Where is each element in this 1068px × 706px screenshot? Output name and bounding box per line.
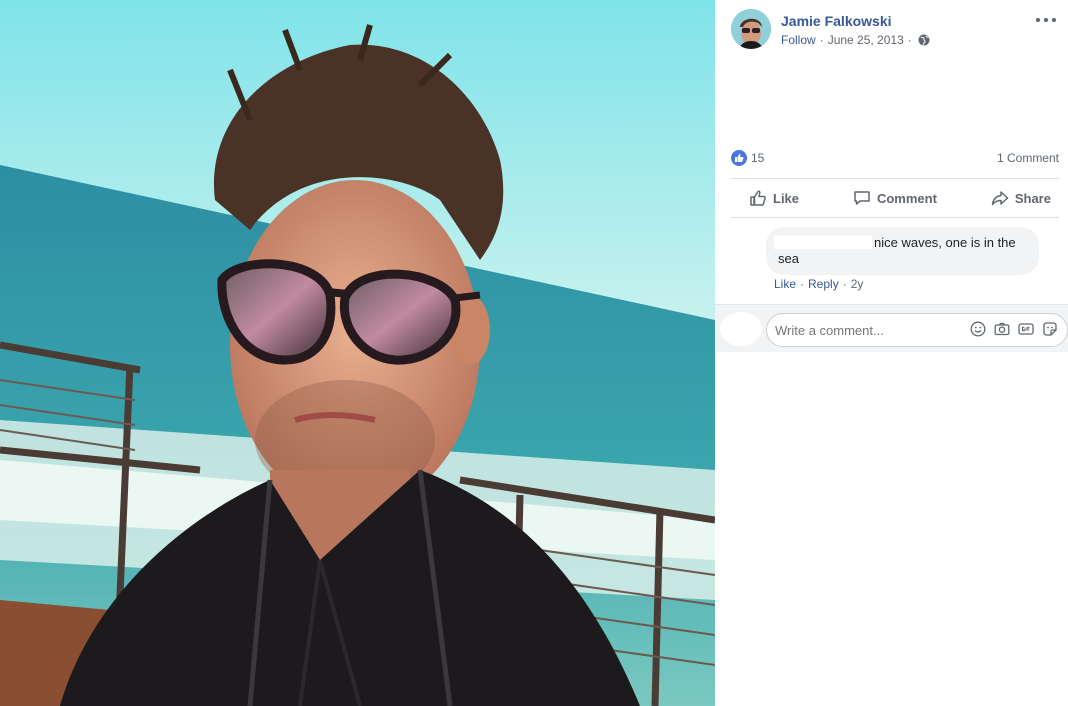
comment-age[interactable]: 2y <box>851 277 864 291</box>
redacted-commenter-name <box>774 235 872 249</box>
camera-icon[interactable] <box>994 321 1010 337</box>
post-header: Jamie Falkowski Follow · June 25, 2013 · <box>715 0 1068 60</box>
reactions-summary: 15 1 Comment <box>731 150 1059 168</box>
comment-button-label: Comment <box>876 190 937 206</box>
composer-icons <box>970 321 1058 337</box>
comment-icon <box>854 191 870 205</box>
comment-bubble: nice waves, one is in the sea <box>766 227 1039 275</box>
meta-separator: · <box>819 33 824 47</box>
share-arrow-icon <box>991 191 1009 206</box>
like-reaction-icon[interactable] <box>731 150 747 166</box>
comment-actions-separator: · <box>800 277 805 291</box>
share-button-label: Share <box>1014 190 1051 206</box>
like-button-label: Like <box>773 190 800 206</box>
like-count[interactable]: 15 <box>751 151 764 165</box>
post-meta: Follow · June 25, 2013 · <box>781 33 930 47</box>
beach-selfie-image <box>0 0 715 706</box>
emoji-icon[interactable] <box>970 321 986 337</box>
comment-like-link[interactable]: Like <box>774 277 796 291</box>
post-date-link[interactable]: June 25, 2013 <box>828 33 904 47</box>
comment-actions-separator: · <box>842 277 847 291</box>
post-details-panel: Jamie Falkowski Follow · June 25, 2013 · <box>715 0 1068 706</box>
share-button[interactable]: Share <box>991 179 1051 217</box>
comment-actions: Like · Reply · 2y <box>774 277 863 291</box>
more-options-icon[interactable] <box>1036 12 1056 28</box>
post-viewer: Jamie Falkowski Follow · June 25, 2013 · <box>0 0 1068 706</box>
comment-reply-link[interactable]: Reply <box>808 277 839 291</box>
gif-icon[interactable] <box>1018 321 1034 337</box>
comment-count-link[interactable]: 1 Comment <box>997 151 1059 165</box>
author-avatar[interactable] <box>731 9 771 49</box>
author-name-link[interactable]: Jamie Falkowski <box>781 13 892 29</box>
sticker-icon[interactable] <box>1042 321 1058 337</box>
globe-icon[interactable] <box>918 34 930 46</box>
like-button[interactable]: Like <box>749 179 799 217</box>
thumbs-up-icon <box>750 190 766 206</box>
comment-composer <box>715 304 1068 352</box>
post-photo[interactable] <box>0 0 715 706</box>
meta-separator: · <box>907 33 912 47</box>
comment-button[interactable]: Comment <box>853 179 937 217</box>
post-action-bar: Like Comment Share <box>731 178 1059 218</box>
viewer-avatar <box>720 312 762 346</box>
follow-link[interactable]: Follow <box>781 33 816 47</box>
